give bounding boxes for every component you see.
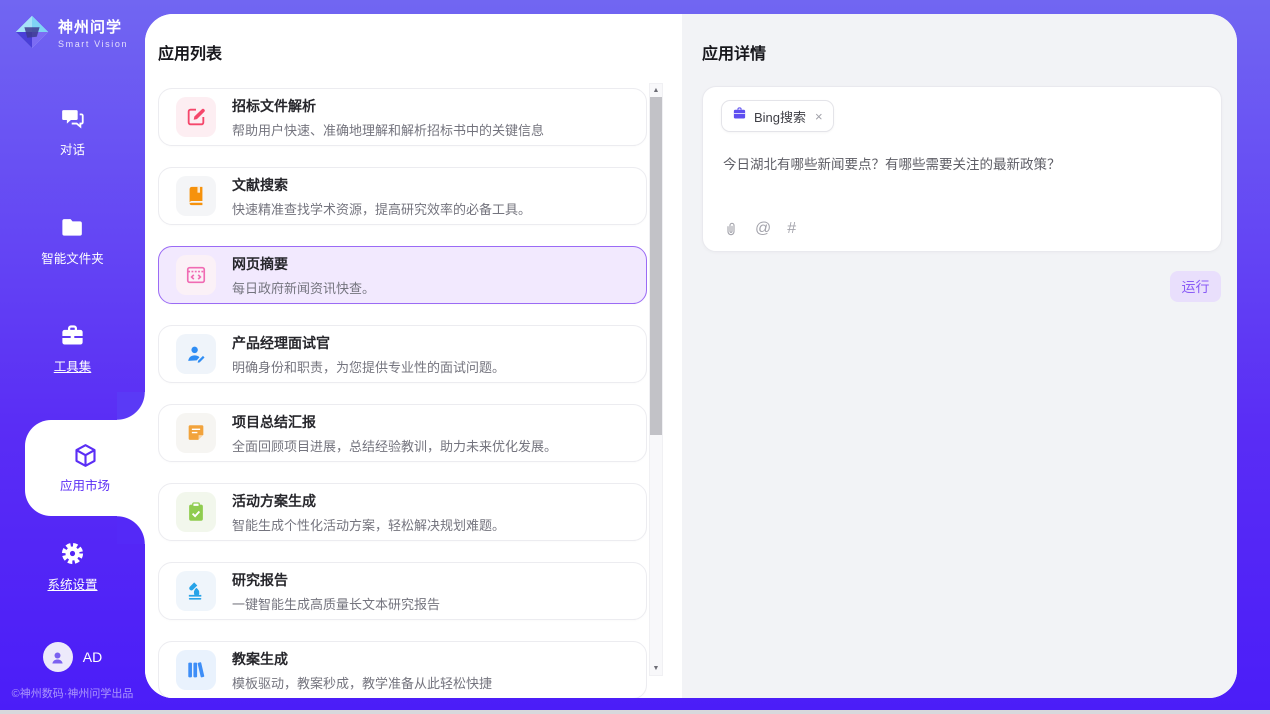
toolbox-icon: [59, 322, 86, 349]
app-card[interactable]: 产品经理面试官明确身份和职责，为您提供专业性的面试问题。: [158, 325, 647, 383]
browser-code-icon: [176, 255, 216, 295]
folder-icon: [59, 214, 86, 241]
brand-subtitle: Smart Vision: [58, 39, 128, 49]
sidebar-item-label: 对话: [60, 139, 85, 158]
interviewer-icon: [176, 334, 216, 374]
sidebar-item-label: 智能文件夹: [41, 248, 104, 267]
app-card-title: 教案生成: [232, 649, 492, 669]
app-card-description: 模板驱动，教案秒成，教学准备从此轻松快捷: [232, 673, 492, 692]
app-card-title: 招标文件解析: [232, 96, 544, 116]
app-card-title: 产品经理面试官: [232, 333, 505, 353]
sticky-note-icon: [176, 413, 216, 453]
at-icon: @: [755, 221, 771, 237]
app-card[interactable]: 教案生成模板驱动，教案秒成，教学准备从此轻松快捷: [158, 641, 647, 698]
app-card[interactable]: 网页摘要每日政府新闻资讯快查。: [158, 246, 647, 304]
app-card-description: 一键智能生成高质量长文本研究报告: [232, 594, 440, 613]
sidebar-item-label: 工具集: [54, 356, 92, 375]
app-card[interactable]: 招标文件解析帮助用户快速、准确地理解和解析招标书中的关键信息: [158, 88, 647, 146]
app-card-description: 明确身份和职责，为您提供专业性的面试问题。: [232, 357, 505, 376]
chip-close-icon[interactable]: ×: [815, 109, 823, 124]
user-label: AD: [83, 649, 102, 665]
app-card-title: 文献搜索: [232, 175, 531, 195]
app-card-description: 帮助用户快速、准确地理解和解析招标书中的关键信息: [232, 120, 544, 139]
app-detail-title: 应用详情: [702, 40, 1237, 64]
sidebar-item-smart-folders[interactable]: 智能文件夹: [0, 214, 145, 267]
app-detail-panel: 应用详情 Bing搜索 × 今日湖北有哪些新闻要点？有哪些需要关注的最新政策？ …: [682, 14, 1237, 698]
app-card-description: 快速精准查找学术资源，提高研究效率的必备工具。: [232, 199, 531, 218]
hash-button[interactable]: #: [787, 221, 796, 237]
app-card-title: 活动方案生成: [232, 491, 505, 511]
paperclip-button[interactable]: [723, 221, 739, 237]
tool-chip-bing-search[interactable]: Bing搜索 ×: [721, 100, 834, 132]
prompt-input-area[interactable]: Bing搜索 × 今日湖北有哪些新闻要点？有哪些需要关注的最新政策？ @#: [702, 86, 1222, 252]
app-card[interactable]: 研究报告一键智能生成高质量长文本研究报告: [158, 562, 647, 620]
tool-chip-label: Bing搜索: [754, 107, 806, 126]
paperclip-icon: [723, 221, 739, 237]
app-list-title: 应用列表: [158, 40, 682, 64]
cube-icon: [72, 442, 99, 469]
edit-document-icon: [176, 97, 216, 137]
diamond-logo-icon: [13, 13, 51, 56]
app-card[interactable]: 活动方案生成智能生成个性化活动方案，轻松解决规划难题。: [158, 483, 647, 541]
clipboard-check-icon: [176, 492, 216, 532]
app-card[interactable]: 项目总结汇报全面回顾项目进展，总结经验教训，助力未来优化发展。: [158, 404, 647, 462]
app-card-description: 全面回顾项目进展，总结经验教训，助力未来优化发展。: [232, 436, 557, 455]
sidebar-item-label: 系统设置: [47, 574, 97, 593]
app-card-title: 项目总结汇报: [232, 412, 557, 432]
books-icon: [176, 650, 216, 690]
research-icon: [176, 571, 216, 611]
briefcase-icon: [732, 106, 747, 126]
avatar: [43, 642, 73, 672]
brand-logo: 神州问学 Smart Vision: [13, 13, 128, 56]
book-icon: [176, 176, 216, 216]
sidebar-item-chat[interactable]: 对话: [0, 105, 145, 158]
hash-icon: #: [787, 221, 796, 237]
sidebar-item-label: 应用市场: [60, 475, 110, 494]
prompt-text: 今日湖北有哪些新闻要点？有哪些需要关注的最新政策？: [723, 155, 1201, 175]
at-button[interactable]: @: [755, 221, 771, 237]
sidebar-item-app-market[interactable]: 应用市场: [25, 420, 145, 516]
scrollbar-down-arrow-icon[interactable]: ▼: [650, 662, 662, 675]
sidebar-item-system-settings[interactable]: 系统设置: [0, 540, 145, 593]
app-list-panel: 应用列表 招标文件解析帮助用户快速、准确地理解和解析招标书中的关键信息文献搜索快…: [145, 14, 682, 698]
app-card-description: 每日政府新闻资讯快查。: [232, 278, 375, 297]
sidebar: 神州问学 Smart Vision 对话智能文件夹工具集应用市场系统设置 AD …: [0, 0, 145, 710]
app-card-description: 智能生成个性化活动方案，轻松解决规划难题。: [232, 515, 505, 534]
chat-icon: [59, 105, 86, 132]
run-button[interactable]: 运行: [1170, 271, 1221, 302]
sidebar-item-toolset[interactable]: 工具集: [0, 322, 145, 375]
scrollbar-thumb[interactable]: [650, 97, 662, 435]
main-content: 应用列表 招标文件解析帮助用户快速、准确地理解和解析招标书中的关键信息文献搜索快…: [145, 14, 1237, 698]
app-card-title: 网页摘要: [232, 254, 375, 274]
user-account[interactable]: AD: [0, 642, 145, 672]
prompt-toolbar: @#: [723, 221, 796, 237]
list-scrollbar[interactable]: ▲ ▼: [649, 83, 663, 676]
app-card-title: 研究报告: [232, 570, 440, 590]
scrollbar-up-arrow-icon[interactable]: ▲: [650, 84, 662, 97]
app-card-list: 招标文件解析帮助用户快速、准确地理解和解析招标书中的关键信息文献搜索快速精准查找…: [158, 88, 647, 698]
app-frame: 神州问学 Smart Vision 对话智能文件夹工具集应用市场系统设置 AD …: [0, 0, 1270, 710]
copyright-footer: ©神州数码·神州问学出品: [0, 685, 145, 701]
brand-name: 神州问学: [58, 20, 128, 37]
app-card[interactable]: 文献搜索快速精准查找学术资源，提高研究效率的必备工具。: [158, 167, 647, 225]
gear-icon: [59, 540, 86, 567]
